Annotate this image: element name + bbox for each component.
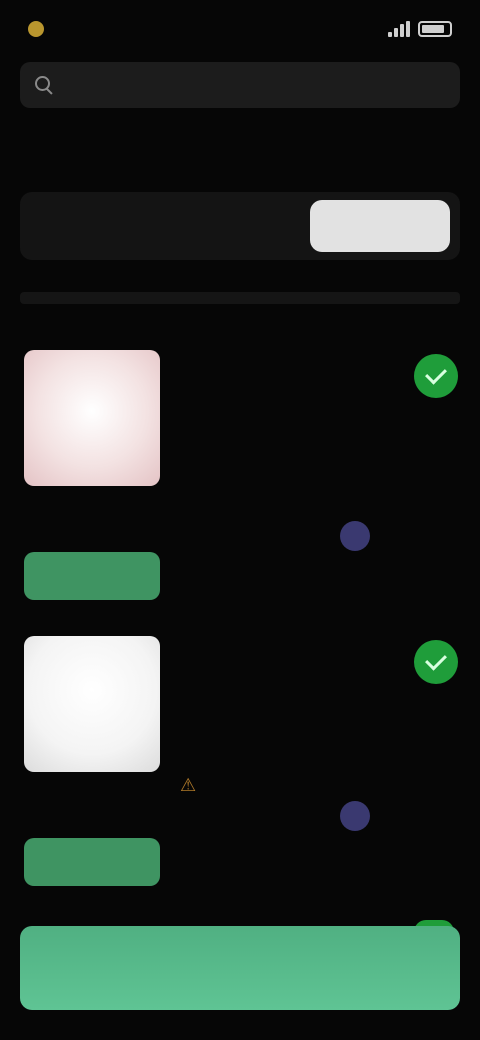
product-card[interactable]: ⚠	[20, 636, 460, 896]
primary-bottom-button[interactable]	[20, 926, 460, 1010]
check-icon[interactable]	[414, 640, 458, 684]
product-action-button[interactable]	[24, 552, 160, 600]
product-meta-row	[180, 801, 450, 831]
status-bar	[0, 0, 480, 58]
notification-dot-icon	[28, 21, 44, 37]
signal-icon	[388, 21, 410, 37]
search-input[interactable]	[64, 75, 446, 95]
selector-row[interactable]	[20, 192, 460, 260]
search-bar[interactable]	[20, 62, 460, 108]
search-icon	[34, 75, 54, 95]
product-meta-row	[180, 521, 450, 551]
check-icon[interactable]	[414, 354, 458, 398]
battery-icon	[418, 21, 452, 37]
status-right	[388, 21, 452, 37]
product-action-button[interactable]	[24, 838, 160, 886]
user-icon[interactable]	[340, 521, 370, 551]
selector-action-button[interactable]	[310, 200, 450, 252]
product-thumbnail[interactable]	[24, 636, 160, 772]
user-icon[interactable]	[340, 801, 370, 831]
status-left	[28, 21, 54, 37]
product-card[interactable]	[20, 350, 460, 610]
product-thumbnail[interactable]	[24, 350, 160, 486]
section-divider	[20, 292, 460, 304]
warning-icon: ⚠	[180, 775, 197, 795]
